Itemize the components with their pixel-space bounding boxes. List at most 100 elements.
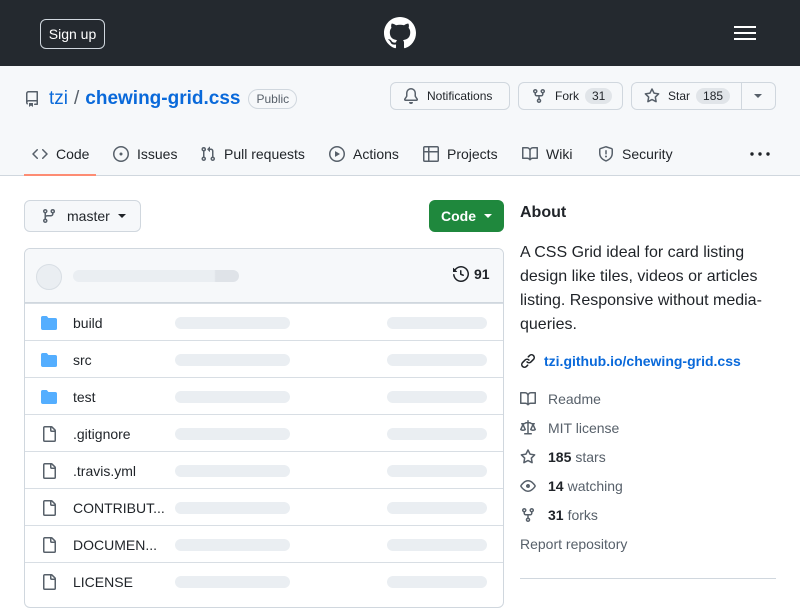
commit-date-placeholder bbox=[387, 428, 487, 440]
folder-icon bbox=[41, 389, 57, 405]
active-tab-indicator bbox=[24, 174, 96, 176]
law-icon bbox=[520, 420, 536, 436]
file-icon bbox=[41, 500, 57, 516]
file-row[interactable]: LICENSE bbox=[25, 562, 503, 599]
repo-header: tzi / chewing-grid.css Public Notificati… bbox=[0, 66, 800, 176]
tab-wiki[interactable]: Wiki bbox=[522, 132, 572, 176]
forks-link[interactable]: 31 forks bbox=[520, 507, 598, 523]
forks-label: forks bbox=[567, 507, 598, 523]
commit-date-placeholder bbox=[387, 502, 487, 514]
tab-pull-requests[interactable]: Pull requests bbox=[200, 132, 305, 176]
file-row[interactable]: DOCUMEN... bbox=[25, 525, 503, 562]
tab-projects-label: Projects bbox=[447, 146, 498, 162]
chevron-down-icon bbox=[117, 214, 126, 218]
file-name-link[interactable]: DOCUMEN... bbox=[73, 537, 157, 553]
about-description: A CSS Grid ideal for card listing design… bbox=[520, 244, 762, 333]
report-repository-link[interactable]: Report repository bbox=[520, 536, 627, 552]
code-download-button[interactable]: Code bbox=[429, 200, 504, 232]
tab-issues[interactable]: Issues bbox=[113, 132, 177, 176]
more-tabs-icon[interactable] bbox=[748, 146, 772, 162]
commit-message-placeholder bbox=[175, 428, 290, 440]
tab-actions[interactable]: Actions bbox=[329, 132, 399, 176]
file-icon bbox=[41, 537, 57, 553]
branch-selector[interactable]: master bbox=[24, 200, 141, 232]
star-icon bbox=[520, 449, 536, 465]
file-name-link[interactable]: test bbox=[73, 389, 96, 405]
github-logo-icon[interactable] bbox=[384, 17, 416, 49]
homepage-link[interactable]: tzi.github.io/chewing-grid.css bbox=[520, 353, 741, 369]
menu-icon[interactable] bbox=[734, 25, 756, 41]
file-row[interactable]: CONTRIBUT... bbox=[25, 488, 503, 525]
branch-name: master bbox=[67, 208, 110, 224]
commit-message-placeholder bbox=[73, 270, 239, 282]
eye-icon bbox=[520, 478, 536, 494]
fork-icon bbox=[520, 507, 536, 523]
code-button-label: Code bbox=[441, 208, 476, 224]
folder-icon bbox=[41, 315, 57, 331]
file-row[interactable]: .travis.yml bbox=[25, 451, 503, 488]
stars-count: 185 bbox=[548, 449, 572, 465]
license-label: MIT license bbox=[548, 420, 620, 436]
file-icon bbox=[41, 463, 57, 479]
star-divider bbox=[741, 83, 742, 109]
issue-icon bbox=[113, 146, 129, 162]
pull-request-icon bbox=[200, 146, 216, 162]
visibility-badge: Public bbox=[248, 89, 298, 109]
star-button-group: Star 185 bbox=[631, 82, 776, 110]
repo-tabs: Code Issues Pull requests Actions Projec… bbox=[0, 132, 800, 176]
watching-count: 14 bbox=[548, 478, 564, 494]
commits-link[interactable]: 91 bbox=[453, 266, 490, 282]
code-icon bbox=[32, 146, 48, 162]
avatar-placeholder bbox=[36, 264, 62, 290]
license-link[interactable]: MIT license bbox=[520, 420, 619, 436]
file-row[interactable]: build bbox=[25, 303, 503, 340]
site-header: Sign up bbox=[0, 0, 800, 66]
watching-label: watching bbox=[567, 478, 623, 494]
bell-icon bbox=[403, 88, 419, 104]
stars-link[interactable]: 185 stars bbox=[520, 449, 606, 465]
readme-link[interactable]: Readme bbox=[520, 391, 601, 407]
file-name-link[interactable]: build bbox=[73, 315, 103, 331]
notifications-button[interactable]: Notifications bbox=[390, 82, 510, 110]
repo-name-link[interactable]: chewing-grid.css bbox=[85, 88, 240, 110]
file-name-link[interactable]: .travis.yml bbox=[73, 463, 136, 479]
tab-security-label: Security bbox=[622, 146, 673, 162]
file-name-link[interactable]: CONTRIBUT... bbox=[73, 500, 165, 516]
tab-wiki-label: Wiki bbox=[546, 146, 573, 162]
star-dropdown-chevron-icon[interactable] bbox=[754, 94, 762, 98]
commit-message-placeholder bbox=[175, 317, 290, 329]
watchers-link[interactable]: 14 watching bbox=[520, 478, 623, 494]
tab-code[interactable]: Code bbox=[32, 132, 89, 176]
file-row[interactable]: src bbox=[25, 340, 503, 377]
file-name-link[interactable]: .gitignore bbox=[73, 426, 131, 442]
sign-up-button[interactable]: Sign up bbox=[40, 19, 105, 49]
tab-issues-label: Issues bbox=[137, 146, 178, 162]
about-divider bbox=[520, 578, 776, 579]
history-icon bbox=[453, 266, 469, 282]
fork-button[interactable]: Fork 31 bbox=[518, 82, 623, 110]
latest-commit-bar: 91 bbox=[25, 249, 503, 303]
link-icon bbox=[520, 353, 536, 369]
notifications-label: Notifications bbox=[427, 89, 493, 103]
commit-date-placeholder bbox=[387, 465, 487, 477]
tab-code-label: Code bbox=[56, 146, 90, 162]
about-heading: About bbox=[520, 204, 567, 221]
commit-date-placeholder bbox=[387, 539, 487, 551]
homepage-url: tzi.github.io/chewing-grid.css bbox=[544, 353, 741, 369]
file-row[interactable]: test bbox=[25, 377, 503, 414]
star-icon[interactable] bbox=[644, 88, 660, 104]
file-row[interactable]: .gitignore bbox=[25, 414, 503, 451]
star-label[interactable]: Star bbox=[668, 89, 690, 103]
file-name-link[interactable]: LICENSE bbox=[73, 574, 133, 590]
play-icon bbox=[329, 146, 345, 162]
repo-owner-link[interactable]: tzi bbox=[49, 88, 68, 110]
commit-message-placeholder bbox=[175, 502, 290, 514]
file-icon bbox=[41, 574, 57, 590]
tab-projects[interactable]: Projects bbox=[423, 132, 498, 176]
commit-date-placeholder bbox=[387, 576, 487, 588]
file-name-link[interactable]: src bbox=[73, 352, 92, 368]
file-icon bbox=[41, 426, 57, 442]
repo-title: tzi / chewing-grid.css Public bbox=[24, 87, 298, 111]
readme-label: Readme bbox=[548, 391, 601, 407]
tab-security[interactable]: Security bbox=[598, 132, 673, 176]
